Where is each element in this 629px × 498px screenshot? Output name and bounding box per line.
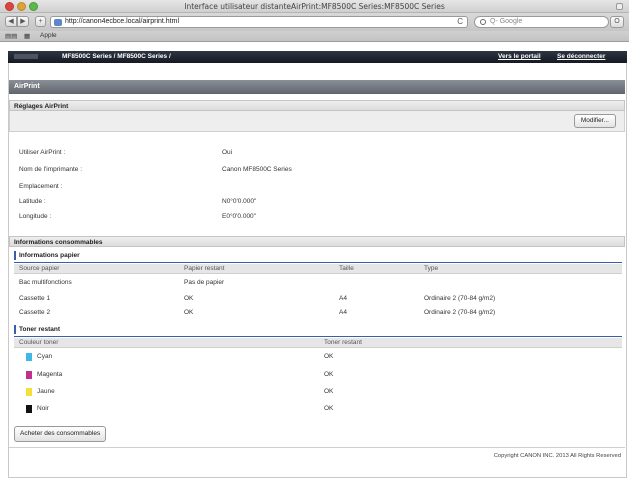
column-header: Source papier [19,265,60,272]
cyan-swatch-icon [26,353,32,361]
paper-remaining-cell: OK [184,295,194,302]
column-header: Couleur toner [19,339,59,346]
window-title: Interface utilisateur distanteAirPrint:M… [184,2,445,11]
search-input[interactable]: Q- Google [474,16,609,28]
paper-type-cell: Ordinaire 2 (70-84 g/m2) [424,295,496,302]
action-menu-button[interactable]: O [610,16,624,28]
latitude-value: N0°0'0.000" [222,198,257,205]
breadcrumb: MF8500C Series / MF8500C Series / [62,53,171,60]
logout-link[interactable]: Se déconnecter [557,53,605,60]
top-navigation: MF8500C Series / MF8500C Series / Vers l… [8,51,627,63]
toner-color-cell: Cyan [37,353,53,360]
bookmark-apple[interactable]: Apple [40,32,57,39]
search-placeholder: Q- Google [490,18,523,25]
paper-size-cell: A4 [339,309,347,316]
settings-toolbar: Modifier... [9,111,625,132]
column-header: Papier restant [184,265,225,272]
bookmarks-bar: ▤▤ ▦ Apple [0,31,629,42]
toner-color-cell: Magenta [37,371,63,378]
paper-source-cell: Bac multifonctions [19,279,72,286]
show-all-bookmarks-icon[interactable]: ▤▤ [5,32,17,40]
toolbar-toggle-button[interactable] [616,3,623,10]
back-button[interactable]: ◀ [5,16,17,27]
longitude-value: E0°0'0.000" [222,213,256,220]
paper-remaining-cell: Pas de papier [184,279,225,286]
paper-info-rule [14,262,622,263]
latitude-label: Latitude : [19,198,46,205]
paper-info-title: Informations papier [14,251,80,260]
footer-divider [9,447,625,448]
window-titlebar: Interface utilisateur distanteAirPrint:M… [0,0,629,13]
page-content: MF8500C Series / MF8500C Series / Vers l… [0,43,629,498]
printer-name-value: Canon MF8500C Series [222,166,292,173]
paper-table-header: Source papier Papier restant Taille Type [14,264,622,274]
paper-size-cell: A4 [339,295,347,302]
search-icon [480,19,486,25]
reload-icon[interactable]: C [457,17,463,26]
yellow-swatch-icon [26,388,32,396]
toner-color-cell: Noir [37,405,49,412]
toner-status-cell: OK [324,353,334,360]
toner-table-header: Couleur toner Toner restant [14,338,622,348]
toner-status-cell: OK [324,388,334,395]
column-header: Toner restant [324,339,362,346]
forward-button[interactable]: ▶ [17,16,29,27]
portal-link[interactable]: Vers le portail [498,53,541,60]
settings-title: Réglages AirPrint [9,100,625,111]
toner-status-cell: OK [324,371,334,378]
paper-source-cell: Cassette 1 [19,295,51,302]
toner-status-cell: OK [324,405,334,412]
black-swatch-icon [26,405,32,413]
paper-remaining-cell: OK [184,309,194,316]
column-header: Taille [339,265,354,272]
page-title: AirPrint [9,80,625,94]
use-airprint-label: Utiliser AirPrint : [19,149,66,156]
printer-name-label: Nom de l'imprimante : [19,166,83,173]
magenta-swatch-icon [26,371,32,379]
address-bar[interactable]: http://canon4ecbce.local/airprint.html C [50,16,468,28]
favicon-icon [54,19,62,26]
canon-logo [14,54,38,59]
longitude-label: Longitude : [19,213,52,220]
column-header: Type [424,265,439,272]
location-label: Emplacement : [19,183,63,190]
toner-rule [14,336,622,337]
use-airprint-value: Oui [222,149,233,156]
copyright: Copyright CANON INC. 2013 All Rights Res… [493,453,621,459]
toner-title: Toner restant [14,325,60,334]
browser-toolbar: ◀ ▶ + http://canon4ecbce.local/airprint.… [0,13,629,31]
paper-type-cell: Ordinaire 2 (70-84 g/m2) [424,309,496,316]
paper-source-cell: Cassette 2 [19,309,51,316]
modify-button[interactable]: Modifier... [573,114,616,128]
add-bookmark-button[interactable]: + [35,16,46,27]
top-sites-icon[interactable]: ▦ [24,32,30,40]
url-text: http://canon4ecbce.local/airprint.html [65,18,180,25]
toner-color-cell: Jaune [37,388,55,395]
buy-consumables-button[interactable]: Acheter des consommables [14,426,107,442]
consumables-title: Informations consommables [9,236,625,247]
